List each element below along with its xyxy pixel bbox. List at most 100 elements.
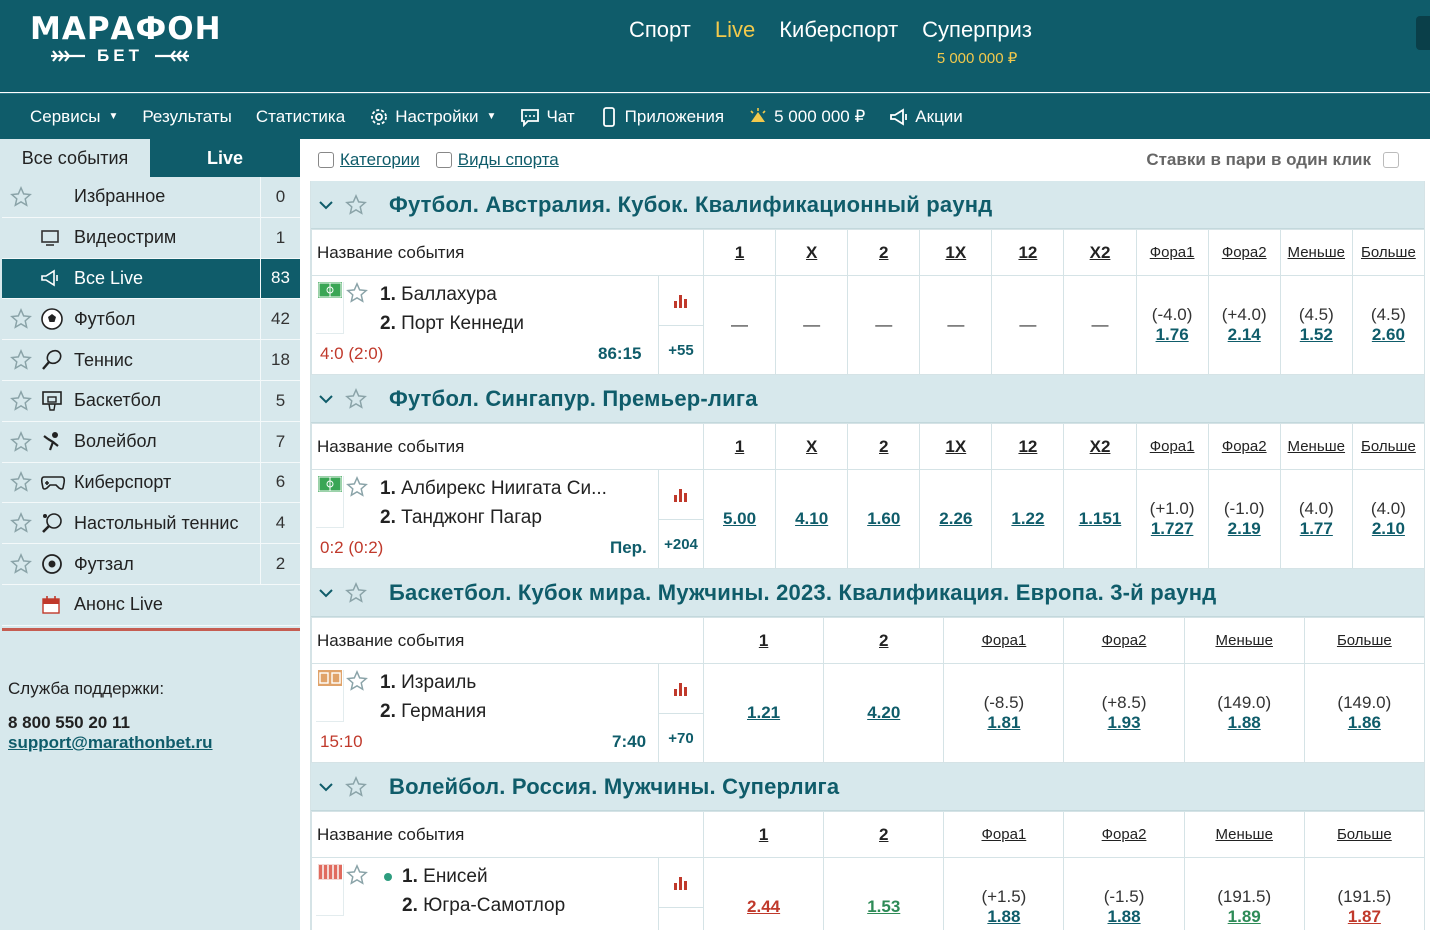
odds-value[interactable]: 1.88 [1228, 713, 1261, 732]
odds-cell[interactable]: 1.22 [991, 469, 1065, 569]
market-header[interactable]: 1 [702, 229, 777, 276]
odds-value[interactable]: 1.88 [1108, 907, 1141, 926]
favorite-star-icon[interactable] [341, 775, 371, 798]
favorite-star-icon[interactable] [2, 512, 40, 534]
odds-cell[interactable]: (-1.5) 1.88 [1063, 857, 1185, 930]
favorite-star-icon[interactable] [2, 185, 40, 208]
category-header[interactable]: Футбол. Сингапур. Премьер-лига [311, 375, 1424, 423]
subnav-statistics[interactable]: Статистика [256, 107, 345, 127]
one-click-toggle[interactable]: Ставки в пари в один клик [1146, 150, 1405, 170]
sidebar-item-table-tennis[interactable]: Настольный теннис 4 [2, 503, 300, 545]
odds-value[interactable]: 1.52 [1300, 325, 1333, 344]
odds-cell[interactable]: — [919, 275, 993, 375]
market-header[interactable]: X2 [1063, 229, 1137, 276]
chevron-down-icon[interactable] [311, 585, 341, 601]
favorite-star-icon[interactable] [346, 476, 368, 503]
favorite-star-icon[interactable] [2, 349, 40, 371]
market-header[interactable]: 2 [823, 617, 945, 664]
market-header[interactable]: 1 [702, 423, 777, 470]
support-phone[interactable]: 8 800 550 20 11 [8, 713, 213, 733]
odds-cell[interactable]: (149.0) 1.86 [1303, 663, 1425, 763]
odds-value[interactable]: 1.53 [867, 897, 900, 916]
market-header[interactable]: 2 [823, 811, 945, 858]
category-header[interactable]: Футбол. Австралия. Кубок. Квалификационн… [311, 181, 1424, 229]
market-header[interactable]: Больше [1351, 423, 1425, 470]
chevron-down-icon[interactable] [311, 197, 341, 213]
one-click-checkbox[interactable] [1383, 152, 1399, 168]
odds-cell[interactable]: (4.0) 2.10 [1351, 469, 1425, 569]
odds-value[interactable]: 2.14 [1228, 325, 1261, 344]
categories-link[interactable]: Категории [340, 150, 420, 170]
market-header[interactable]: Фора2 [1207, 423, 1281, 470]
odds-cell[interactable]: (4.5) 2.60 [1351, 275, 1425, 375]
event-cell[interactable]: 1. Израиль 2. Германия 15:10 7:40 +70 [312, 664, 703, 762]
nav-sport[interactable]: Спорт [629, 17, 691, 67]
odds-cell[interactable]: — [991, 275, 1065, 375]
odds-cell[interactable]: (-4.0) 1.76 [1135, 275, 1209, 375]
market-header[interactable]: 12 [991, 229, 1065, 276]
support-email[interactable]: support@marathonbet.ru [8, 733, 213, 753]
odds-value[interactable]: 1.22 [1011, 509, 1044, 528]
sidebar-item-live-announce[interactable]: Анонс Live [2, 584, 300, 626]
favorite-star-icon[interactable] [341, 193, 371, 216]
market-header[interactable]: Больше [1303, 811, 1425, 858]
chevron-down-icon[interactable] [311, 779, 341, 795]
market-header[interactable]: X [775, 229, 849, 276]
sidebar-item-football[interactable]: Футбол 42 [2, 299, 300, 341]
market-header[interactable]: Больше [1303, 617, 1425, 664]
event-teams[interactable]: 1. Енисей 2. Югра-Самотлор [384, 862, 565, 920]
favorite-star-icon[interactable] [341, 387, 371, 410]
odds-value[interactable]: 2.60 [1372, 325, 1405, 344]
odds-value[interactable]: 1.87 [1348, 907, 1381, 926]
statistics-icon[interactable] [659, 664, 703, 714]
market-header[interactable]: 1 [702, 811, 825, 858]
sidebar-item-volleyball[interactable]: Волейбол 7 [2, 421, 300, 463]
favorite-star-icon[interactable] [2, 308, 40, 330]
sports-checkbox[interactable] [435, 152, 452, 168]
statistics-icon[interactable] [659, 470, 703, 520]
favorite-star-icon[interactable] [346, 670, 368, 697]
odds-cell[interactable]: 4.10 [775, 469, 849, 569]
odds-value[interactable]: 2.44 [747, 897, 780, 916]
statistics-icon[interactable] [659, 276, 703, 326]
market-header[interactable]: Фора1 [1135, 423, 1209, 470]
sidebar-item-basketball[interactable]: Баскетбол 5 [2, 380, 300, 422]
subnav-settings[interactable]: Настройки ▼ [369, 107, 496, 127]
market-header[interactable]: 12 [991, 423, 1065, 470]
market-header[interactable]: Фора1 [943, 811, 1065, 858]
odds-value[interactable]: 5.00 [723, 509, 756, 528]
odds-value[interactable]: 1.86 [1348, 713, 1381, 732]
nav-live[interactable]: Live [715, 17, 755, 67]
market-header[interactable]: Фора2 [1207, 229, 1281, 276]
odds-cell[interactable]: 1.151 [1063, 469, 1137, 569]
statistics-icon[interactable] [659, 858, 703, 908]
more-markets-button[interactable]: +70 [659, 714, 703, 762]
subnav-apps[interactable]: Приложения [599, 107, 724, 127]
event-teams[interactable]: 1. Израиль 2. Германия [380, 668, 486, 726]
subnav-prize[interactable]: 5 000 000 ₽ [748, 107, 865, 127]
odds-value[interactable]: 1.77 [1300, 519, 1333, 538]
market-header[interactable]: Меньше [1183, 811, 1305, 858]
nav-superprize[interactable]: Суперприз 5 000 000 ₽ [922, 17, 1032, 67]
login-button[interactable] [1416, 16, 1430, 50]
nav-esports[interactable]: Киберспорт [779, 17, 898, 67]
odds-value[interactable]: 4.20 [867, 703, 900, 722]
odds-cell[interactable]: (+1.0) 1.727 [1135, 469, 1209, 569]
market-header[interactable]: Меньше [1279, 229, 1353, 276]
market-header[interactable]: Фора2 [1063, 617, 1185, 664]
odds-cell[interactable]: 5.00 [702, 469, 777, 569]
market-header[interactable]: Фора2 [1063, 811, 1185, 858]
odds-value[interactable]: 2.10 [1372, 519, 1405, 538]
market-header[interactable]: Фора1 [943, 617, 1065, 664]
odds-cell[interactable]: (-8.5) 1.81 [943, 663, 1065, 763]
subnav-chat[interactable]: Чат [520, 107, 575, 127]
odds-value[interactable]: 4.10 [795, 509, 828, 528]
market-header[interactable]: X2 [1063, 423, 1137, 470]
odds-value[interactable]: 1.89 [1228, 907, 1261, 926]
odds-value[interactable]: 1.727 [1151, 519, 1194, 538]
sidebar-item-favorites[interactable]: Избранное 0 [2, 177, 300, 218]
event-cell[interactable]: 1. Баллахура 2. Порт Кеннеди 4:0 (2:0) 86:1… [312, 276, 703, 374]
market-header[interactable]: Меньше [1183, 617, 1305, 664]
market-header[interactable]: Фора1 [1135, 229, 1209, 276]
favorite-star-icon[interactable] [346, 864, 368, 891]
